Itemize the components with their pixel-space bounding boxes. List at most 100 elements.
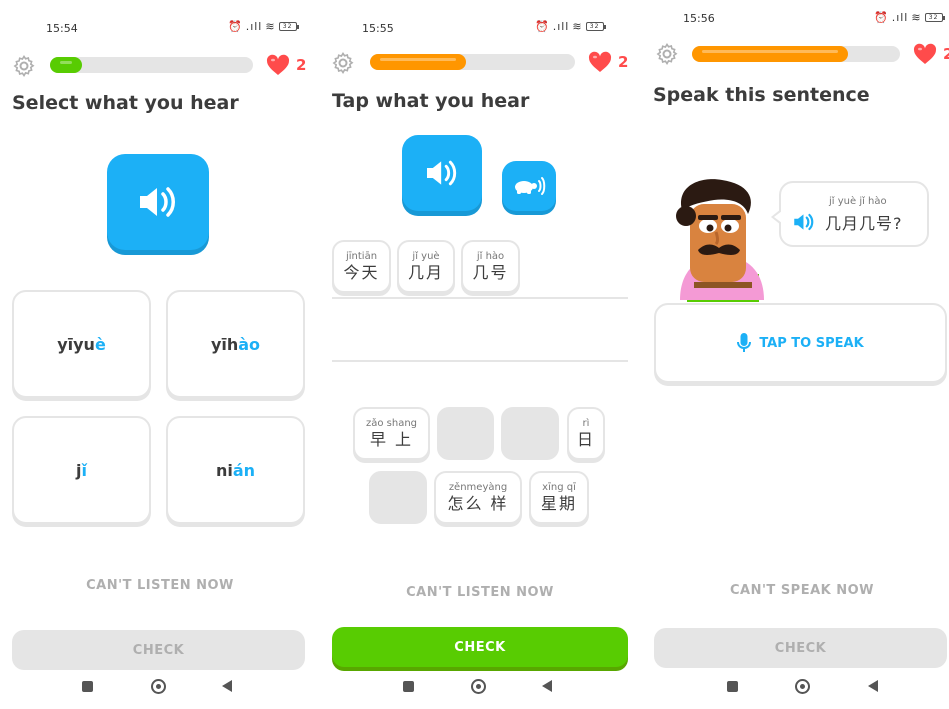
- system-nav-bar: [320, 665, 642, 709]
- choice-option-1-text: yīyu: [57, 334, 95, 354]
- check-button[interactable]: CHECK: [12, 630, 305, 670]
- status-time: 15:55: [362, 22, 394, 35]
- back-icon[interactable]: [868, 680, 878, 692]
- battery-icon: 32: [924, 13, 945, 22]
- microphone-icon: [737, 333, 752, 352]
- speech-bubble: jǐ yuè jǐ hào 几月几号?: [771, 181, 929, 247]
- recent-apps-icon[interactable]: [403, 681, 414, 692]
- sentence-hanzi: 几月几号?: [825, 214, 903, 233]
- status-icons: ⏰ .ıll ≋ 32: [874, 11, 945, 24]
- tile-hanzi: 几月: [407, 262, 444, 282]
- tile-pinyin: rì: [582, 417, 590, 429]
- hearts-count: 2: [618, 53, 629, 71]
- check-button[interactable]: CHECK: [332, 627, 628, 667]
- back-icon[interactable]: [222, 680, 232, 692]
- signal-icon: .ıll: [891, 11, 909, 24]
- battery-icon: 32: [585, 22, 606, 31]
- tap-to-speak-button[interactable]: TAP TO SPEAK: [654, 303, 947, 383]
- status-time: 15:54: [46, 22, 78, 35]
- heart-icon: [913, 43, 937, 64]
- speaker-icon[interactable]: [791, 211, 817, 233]
- alarm-icon: ⏰: [535, 20, 550, 33]
- progress-bar: [370, 54, 575, 70]
- hearts-counter: 2: [588, 51, 628, 73]
- speaker-icon: [427, 160, 457, 186]
- tile-hanzi: 日: [576, 429, 595, 449]
- tile-pinyin: xīng qī: [542, 481, 576, 493]
- progress-fill: [50, 57, 83, 73]
- back-icon[interactable]: [542, 680, 552, 692]
- battery-icon: 32: [278, 22, 299, 31]
- recent-apps-icon[interactable]: [82, 681, 93, 692]
- tile-pinyin: jǐ yuè: [412, 250, 440, 262]
- character-illustration: [672, 170, 772, 302]
- progress-fill: [370, 54, 467, 70]
- choice-option-1[interactable]: yīyu è: [12, 290, 151, 398]
- answer-tile-1[interactable]: jīntiān 今天: [332, 240, 391, 293]
- progress-bar: [692, 46, 900, 62]
- progress-fill: [692, 46, 848, 62]
- system-nav-bar: [642, 665, 949, 709]
- choice-option-4-tone: án: [232, 460, 256, 480]
- answer-line-2: [332, 360, 628, 362]
- play-audio-button[interactable]: [107, 154, 209, 250]
- gear-icon[interactable]: [12, 54, 36, 78]
- hearts-count: 2: [943, 45, 949, 63]
- bank-tile[interactable]: rì 日: [567, 407, 605, 460]
- gear-icon[interactable]: [655, 42, 679, 66]
- choice-option-2-text: yīh: [210, 334, 239, 354]
- bank-tile[interactable]: zǎo shang 早 上: [353, 407, 430, 460]
- choice-option-2[interactable]: yīh ào: [166, 290, 305, 398]
- tile-hanzi: 星期: [540, 493, 577, 513]
- gear-icon[interactable]: [331, 51, 355, 75]
- home-icon[interactable]: [795, 679, 810, 694]
- home-icon[interactable]: [151, 679, 166, 694]
- check-button[interactable]: CHECK: [654, 628, 947, 668]
- tile-pinyin: zěnmeyàng: [448, 481, 508, 493]
- bank-tile[interactable]: zěnmeyàng 怎么 样: [434, 471, 522, 524]
- hearts-count: 2: [296, 56, 307, 74]
- alarm-icon: ⏰: [874, 11, 889, 24]
- cant-listen-button[interactable]: CAN'T LISTEN NOW: [320, 585, 640, 600]
- tile-pinyin: zǎo shang: [365, 417, 418, 429]
- choice-option-3-tone: ǐ: [81, 460, 87, 480]
- hearts-counter: 2: [913, 43, 949, 65]
- heart-icon: [266, 54, 290, 75]
- choice-option-4-text: ni: [215, 460, 233, 480]
- speaker-icon: [140, 187, 175, 217]
- turtle-icon: [515, 177, 546, 195]
- signal-icon: .ıll: [552, 20, 570, 33]
- wifi-icon: ≋: [572, 20, 583, 33]
- heart-icon: [588, 51, 612, 72]
- screen-speak-this-sentence: 15:56 ⏰ .ıll ≋ 32 2 Speak this sentence: [642, 0, 949, 709]
- answer-line-1: [332, 297, 628, 299]
- signal-icon: .ıll: [245, 20, 263, 33]
- wifi-icon: ≋: [265, 20, 276, 33]
- tile-pinyin: jīntiān: [345, 250, 378, 262]
- choice-option-3[interactable]: jǐ: [12, 416, 151, 524]
- play-audio-button[interactable]: [402, 135, 482, 211]
- cant-listen-button[interactable]: CAN'T LISTEN NOW: [0, 578, 320, 593]
- page-title: Select what you hear: [12, 92, 239, 114]
- tile-hanzi: 几号: [472, 262, 509, 282]
- answer-tile-3[interactable]: jǐ hào 几号: [461, 240, 520, 293]
- wifi-icon: ≋: [911, 11, 922, 24]
- bank-tile[interactable]: xīng qī 星期: [529, 471, 589, 524]
- status-icons: ⏰ .ıll ≋ 32: [535, 20, 606, 33]
- bank-tile-placeholder: [501, 407, 559, 460]
- screen-tap-what-you-hear: 15:55 ⏰ .ıll ≋ 32 2 Tap what you hear jī…: [320, 0, 642, 709]
- page-title: Tap what you hear: [332, 90, 530, 112]
- bank-tile-placeholder: [369, 471, 427, 524]
- cant-speak-button[interactable]: CAN'T SPEAK NOW: [642, 583, 949, 598]
- play-slow-audio-button[interactable]: [502, 161, 556, 211]
- recent-apps-icon[interactable]: [727, 681, 738, 692]
- progress-bar: [50, 57, 253, 73]
- choice-option-4[interactable]: ni án: [166, 416, 305, 524]
- sentence-pinyin: jǐ yuè jǐ hào: [829, 196, 887, 207]
- tile-hanzi: 怎么 样: [447, 493, 509, 513]
- home-icon[interactable]: [471, 679, 486, 694]
- tile-hanzi: 早 上: [369, 429, 414, 449]
- answer-tile-2[interactable]: jǐ yuè 几月: [397, 240, 455, 293]
- tile-pinyin: jǐ hào: [476, 250, 505, 262]
- status-icons: ⏰ .ıll ≋ 32: [228, 20, 299, 33]
